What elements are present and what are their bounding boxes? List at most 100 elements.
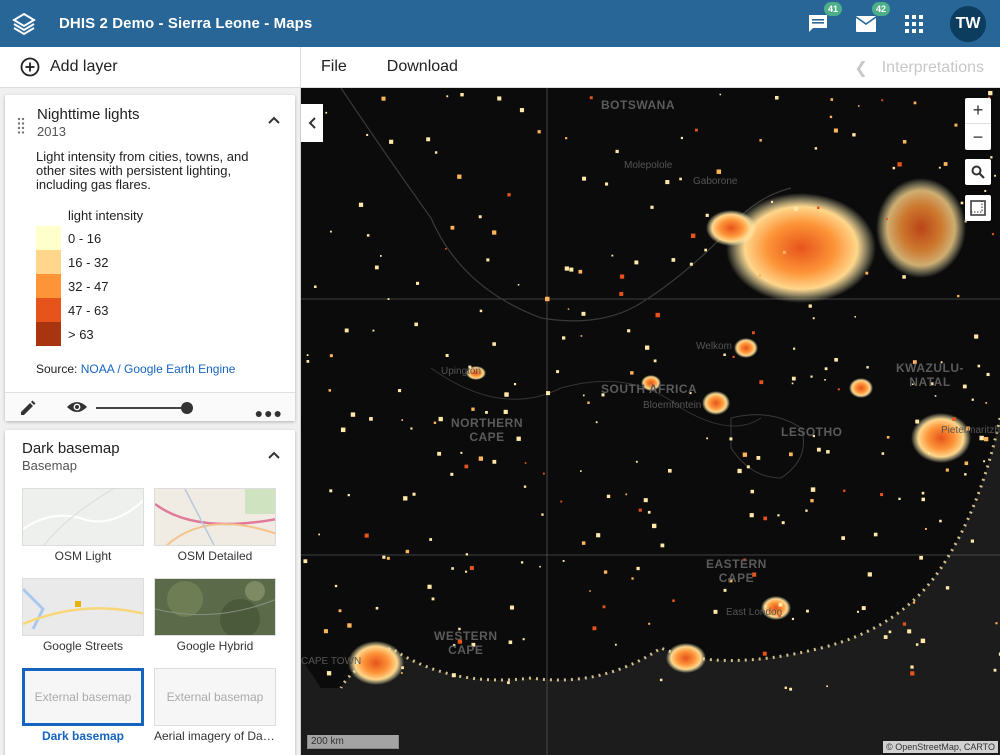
interpretations-button[interactable]: ❮ Interpretations <box>854 58 984 78</box>
basemap-thumbnail <box>22 488 144 546</box>
city-lights <box>666 643 706 673</box>
light-dot <box>509 605 515 610</box>
zoom-in-button[interactable]: + <box>965 98 991 124</box>
apps-grid-icon[interactable] <box>902 12 926 36</box>
add-layer-button[interactable]: Add layer <box>0 46 301 88</box>
light-dot <box>519 108 525 113</box>
basemap-option-google-hybrid[interactable]: Google Hybrid <box>154 578 276 653</box>
light-dot <box>615 149 619 154</box>
user-avatar[interactable]: TW <box>950 5 986 42</box>
light-dot <box>508 640 513 645</box>
light-dot <box>560 500 563 503</box>
light-dot <box>603 570 608 574</box>
map-view[interactable]: BOTSWANA SOUTH AFRICA NORTHERN CAPE LESO… <box>301 88 1000 755</box>
dhis2-logo-icon[interactable] <box>0 0 47 47</box>
basemap-option-osm-light[interactable]: OSM Light <box>22 488 144 563</box>
light-dot <box>507 681 510 685</box>
source-link[interactable]: NOAA / Google Earth Engine <box>81 362 236 376</box>
light-dot <box>873 532 878 537</box>
visibility-eye-icon[interactable] <box>66 400 88 414</box>
light-dot <box>910 671 915 676</box>
light-dot <box>902 275 906 279</box>
city-lights <box>734 338 758 358</box>
chevron-up-icon[interactable] <box>267 450 281 460</box>
basemap-option-osm-detailed[interactable]: OSM Detailed <box>154 488 276 563</box>
light-dot <box>556 370 560 374</box>
basemap-label: OSM Detailed <box>177 549 253 563</box>
light-dot <box>634 260 639 265</box>
light-dot <box>366 234 370 237</box>
light-dot <box>329 354 333 358</box>
light-dot <box>323 629 328 634</box>
drag-handle-icon[interactable] <box>17 117 25 135</box>
download-menu[interactable]: Download <box>387 58 458 76</box>
chevron-up-icon[interactable] <box>267 115 281 125</box>
layers-panel: Nighttime lights 2013 Light intensity fr… <box>0 88 301 755</box>
light-dot <box>671 258 676 262</box>
light-dot <box>503 409 508 414</box>
light-dot <box>504 392 509 397</box>
light-dot <box>652 523 657 529</box>
light-dot <box>774 95 779 100</box>
legend-label: 47 - 63 <box>68 302 109 318</box>
light-dot <box>964 473 967 476</box>
opacity-slider-track[interactable] <box>96 407 192 409</box>
light-dot <box>861 606 866 611</box>
light-dot <box>984 189 987 192</box>
map-place-label: EASTERN CAPE <box>706 557 767 585</box>
edit-pencil-icon[interactable] <box>18 398 38 418</box>
light-dot <box>974 334 979 339</box>
search-button[interactable] <box>965 159 991 185</box>
collapse-panel-button[interactable] <box>301 104 323 142</box>
email-icon[interactable]: 42 <box>854 1 890 36</box>
light-dot <box>464 464 469 469</box>
basemap-subtitle: Basemap <box>22 458 77 473</box>
more-options-icon[interactable]: ●●● <box>255 405 283 421</box>
messages-icon[interactable]: 41 <box>806 1 842 36</box>
light-dot <box>523 485 527 488</box>
map-attribution[interactable]: © OpenStreetMap, CARTO <box>883 741 998 753</box>
light-dot <box>350 412 356 417</box>
map-town-label: Welkom <box>696 341 732 352</box>
light-dot <box>565 137 568 140</box>
light-dot <box>680 136 684 140</box>
light-dot <box>886 435 890 439</box>
light-dot <box>732 355 735 358</box>
light-dot <box>984 436 989 442</box>
zoom-out-button[interactable]: − <box>965 124 991 150</box>
light-dot <box>781 521 785 525</box>
opacity-slider-thumb[interactable] <box>181 402 193 414</box>
map-place-label: NORTHERN CAPE <box>451 416 523 444</box>
light-dot <box>788 452 793 457</box>
light-dot <box>578 269 583 274</box>
light-dot <box>471 407 475 411</box>
light-dot <box>542 472 545 475</box>
light-dot <box>759 380 764 385</box>
basemap-option-aerial-imagery[interactable]: External basemap Aerial imagery of Dar..… <box>154 668 276 743</box>
fullscreen-button[interactable] <box>965 195 991 221</box>
light-dot <box>347 493 350 497</box>
light-dot <box>856 610 859 613</box>
light-dot <box>952 417 957 421</box>
light-dot <box>810 487 816 492</box>
light-dot <box>334 584 338 588</box>
light-dot <box>763 516 768 521</box>
light-dot <box>596 533 601 538</box>
light-dot <box>648 622 651 625</box>
basemap-option-google-streets[interactable]: Google Streets <box>22 578 144 653</box>
light-dot <box>401 666 404 670</box>
light-dot <box>921 491 925 495</box>
legend-label: 16 - 32 <box>68 254 109 270</box>
light-dot <box>492 459 497 464</box>
light-dot <box>924 527 927 530</box>
light-dot <box>427 584 432 589</box>
file-menu[interactable]: File <box>321 58 347 76</box>
light-dot <box>945 468 949 472</box>
light-dot <box>817 206 820 210</box>
light-dot <box>810 499 814 503</box>
light-dot <box>405 549 410 554</box>
light-dot <box>412 492 416 496</box>
light-dot <box>650 205 654 209</box>
basemap-option-dark-basemap[interactable]: External basemap Dark basemap <box>22 668 144 743</box>
email-badge: 42 <box>871 1 890 16</box>
